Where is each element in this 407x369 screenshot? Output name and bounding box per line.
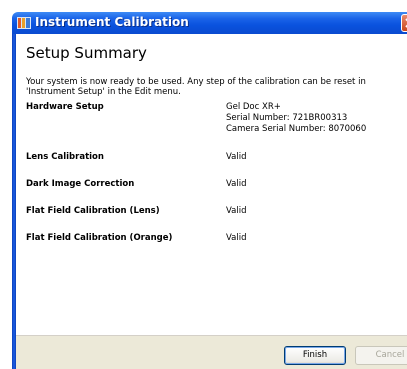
button-bar: Finish Cancel	[16, 335, 407, 369]
row-value-lens-calibration: Valid	[226, 152, 247, 162]
row-label-lens-calibration: Lens Calibration	[26, 152, 104, 162]
page-header: Setup Summary	[16, 34, 407, 68]
app-icon	[17, 17, 31, 29]
finish-button[interactable]: Finish	[284, 346, 346, 365]
close-icon	[405, 18, 407, 28]
row-label-dark-image-correction: Dark Image Correction	[26, 179, 135, 189]
row-value-hardware-setup: Gel Doc XR+ Serial Number: 721BR00313 Ca…	[226, 102, 366, 135]
hardware-model: Gel Doc XR+	[226, 102, 281, 112]
row-label-flat-field-lens: Flat Field Calibration (Lens)	[26, 206, 160, 216]
title-bar[interactable]: Instrument Calibration	[12, 12, 407, 34]
page-title: Setup Summary	[26, 44, 147, 62]
row-value-dark-image-correction: Valid	[226, 179, 247, 189]
content-panel: Setup Summary Your system is now ready t…	[16, 34, 407, 335]
row-value-flat-field-lens: Valid	[226, 206, 247, 216]
serial-number: Serial Number: 721BR00313	[226, 113, 348, 123]
close-button[interactable]	[401, 14, 407, 32]
calibration-window: Instrument Calibration Setup Summary You…	[0, 0, 407, 369]
row-value-flat-field-orange: Valid	[226, 233, 247, 243]
window-title: Instrument Calibration	[35, 15, 189, 29]
row-label-flat-field-orange: Flat Field Calibration (Orange)	[26, 233, 173, 243]
camera-serial-number: Camera Serial Number: 8070060	[226, 124, 367, 134]
row-label-hardware-setup: Hardware Setup	[26, 102, 104, 112]
cancel-button[interactable]: Cancel	[355, 346, 407, 365]
intro-text: Your system is now ready to be used. Any…	[26, 77, 366, 97]
